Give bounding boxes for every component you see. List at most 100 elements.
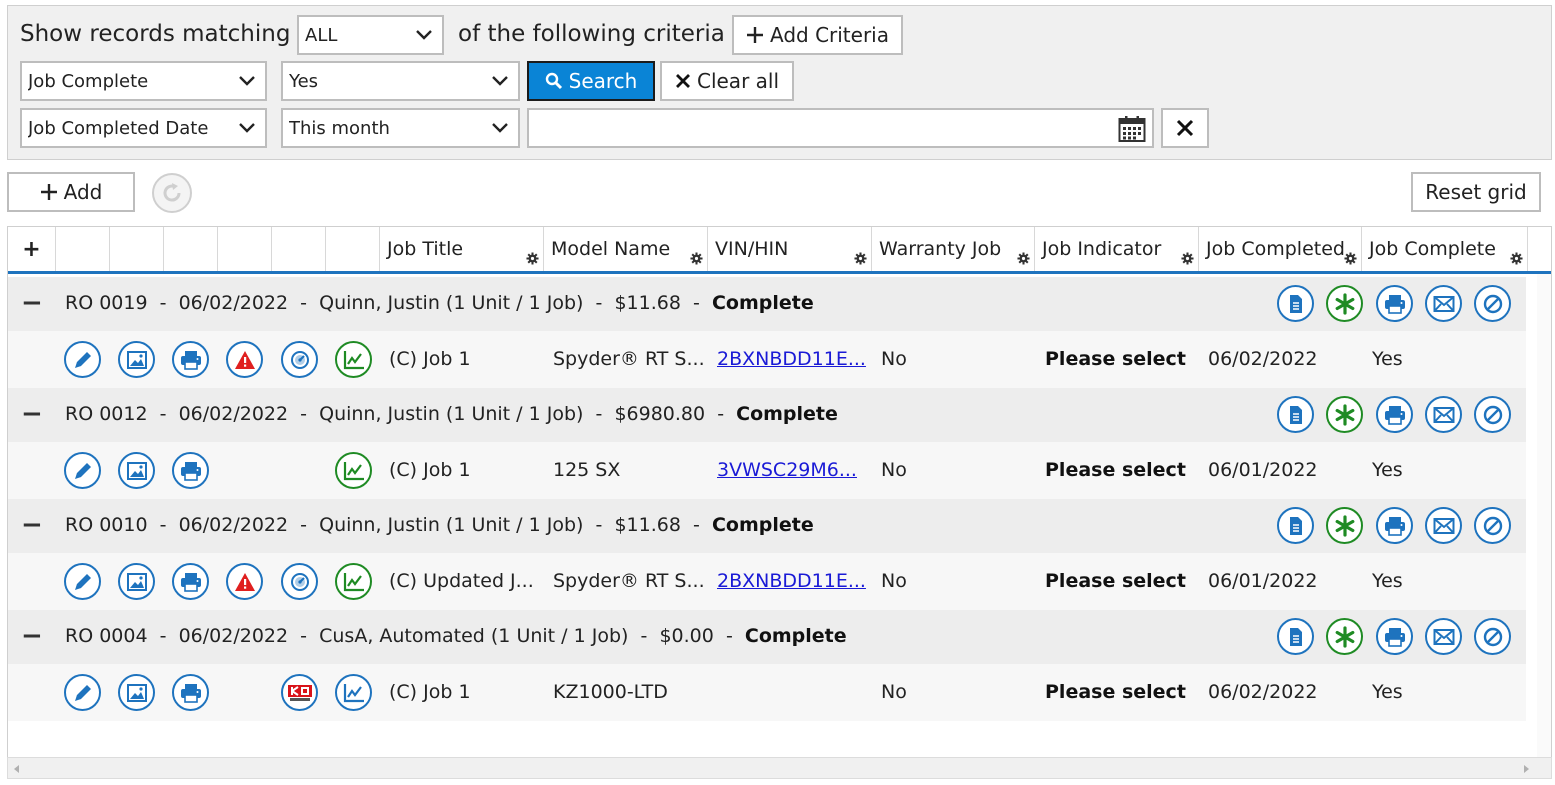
print-button[interactable]: [172, 452, 209, 489]
image-button[interactable]: [118, 341, 155, 378]
vin-link[interactable]: 3VWSC29M6...: [717, 459, 867, 481]
clear-all-button[interactable]: Clear all: [660, 61, 794, 101]
gauge-button[interactable]: [281, 341, 318, 378]
reset-grid-button[interactable]: Reset grid: [1411, 172, 1541, 212]
void-button[interactable]: [1474, 507, 1511, 544]
ro-number: RO 0012: [65, 403, 148, 425]
column-header-job-complete[interactable]: Job Complete: [1362, 227, 1528, 271]
vin-link[interactable]: 2BXNBDD11E...: [717, 570, 867, 592]
column-header-job-completed[interactable]: Job Completed: [1199, 227, 1362, 271]
match-mode-select[interactable]: ALL: [297, 15, 444, 55]
gear-icon[interactable]: [1181, 252, 1194, 265]
vin-link[interactable]: 2BXNBDD11E...: [717, 348, 867, 370]
column-header-job-title[interactable]: Job Title: [380, 227, 544, 271]
asterisk-icon: [1334, 625, 1356, 648]
calendar-icon[interactable]: [1118, 115, 1146, 147]
email-button[interactable]: [1425, 507, 1462, 544]
add-criteria-button[interactable]: Add Criteria: [732, 15, 903, 55]
criteria-field-select-2[interactable]: Job Completed Date: [20, 108, 267, 148]
gear-icon[interactable]: [854, 252, 867, 265]
job-title-cell[interactable]: (C) Job 1: [389, 681, 539, 703]
edit-button[interactable]: [64, 452, 101, 489]
jobs-grid: + Job Title Model Name VIN/HIN Warranty …: [7, 226, 1552, 779]
add-label: Add: [63, 180, 103, 204]
criteria-value-select-1[interactable]: Yes: [281, 61, 520, 101]
job-indicator-cell[interactable]: Please select: [1045, 348, 1195, 370]
document-button[interactable]: [1277, 507, 1314, 544]
job-indicator-cell[interactable]: Please select: [1045, 570, 1195, 592]
collapse-group-button[interactable]: −: [21, 290, 43, 316]
print-button[interactable]: [1376, 507, 1413, 544]
refresh-button[interactable]: [152, 173, 192, 213]
scroll-right-icon[interactable]: [1521, 762, 1531, 776]
collapse-group-button[interactable]: −: [21, 512, 43, 538]
horizontal-scrollbar[interactable]: [7, 757, 1552, 779]
job-complete-cell: Yes: [1372, 570, 1403, 592]
remove-criteria-button[interactable]: [1161, 108, 1209, 148]
email-button[interactable]: [1425, 396, 1462, 433]
kawasaki-logo-button[interactable]: [281, 674, 318, 711]
column-header-warranty-job[interactable]: Warranty Job: [872, 227, 1035, 271]
search-button[interactable]: Search: [527, 61, 655, 101]
print-button[interactable]: [1376, 618, 1413, 655]
image-button[interactable]: [118, 563, 155, 600]
edit-button[interactable]: [64, 674, 101, 711]
job-indicator-cell[interactable]: Please select: [1045, 459, 1195, 481]
email-button[interactable]: [1425, 285, 1462, 322]
warning-button[interactable]: [226, 341, 263, 378]
gear-icon[interactable]: [1344, 252, 1357, 265]
document-button[interactable]: [1277, 396, 1314, 433]
scroll-left-icon[interactable]: [12, 762, 22, 776]
chart-button[interactable]: [335, 341, 372, 378]
asterisk-button[interactable]: [1326, 507, 1363, 544]
refresh-icon: [163, 183, 181, 202]
collapse-group-button[interactable]: −: [21, 401, 43, 427]
job-title-cell[interactable]: (C) Job 1: [389, 348, 539, 370]
column-header-job-indicator[interactable]: Job Indicator: [1035, 227, 1199, 271]
image-button[interactable]: [118, 452, 155, 489]
chart-button[interactable]: [335, 563, 372, 600]
gear-icon[interactable]: [1510, 252, 1523, 265]
email-icon: [1433, 517, 1455, 535]
asterisk-button[interactable]: [1326, 396, 1363, 433]
job-indicator-cell[interactable]: Please select: [1045, 681, 1195, 703]
gear-icon[interactable]: [526, 252, 539, 265]
chart-button[interactable]: [335, 452, 372, 489]
document-button[interactable]: [1277, 618, 1314, 655]
date-input[interactable]: [527, 108, 1154, 148]
gear-icon[interactable]: [1017, 252, 1030, 265]
expand-all-button[interactable]: +: [8, 227, 56, 271]
void-button[interactable]: [1474, 396, 1511, 433]
edit-button[interactable]: [64, 563, 101, 600]
asterisk-button[interactable]: [1326, 618, 1363, 655]
image-button[interactable]: [118, 674, 155, 711]
document-button[interactable]: [1277, 285, 1314, 322]
gauge-button[interactable]: [281, 563, 318, 600]
void-button[interactable]: [1474, 618, 1511, 655]
print-button[interactable]: [1376, 396, 1413, 433]
collapse-group-button[interactable]: −: [21, 623, 43, 649]
job-title-cell[interactable]: (C) Job 1: [389, 459, 539, 481]
job-title-cell[interactable]: (C) Updated J...: [389, 570, 539, 592]
add-button[interactable]: Add: [7, 172, 135, 212]
column-header-model-name[interactable]: Model Name: [544, 227, 708, 271]
warning-button[interactable]: [226, 563, 263, 600]
print-button[interactable]: [172, 563, 209, 600]
job-completed-date-cell: 06/01/2022: [1208, 570, 1318, 592]
icon-column-header: [110, 227, 164, 271]
asterisk-button[interactable]: [1326, 285, 1363, 322]
gear-icon[interactable]: [690, 252, 703, 265]
chart-button[interactable]: [335, 674, 372, 711]
print-button[interactable]: [172, 341, 209, 378]
criteria-value-select-2[interactable]: This month: [281, 108, 520, 148]
vertical-scrollbar[interactable]: [1537, 274, 1551, 778]
column-header-vin-hin[interactable]: VIN/HIN: [708, 227, 872, 271]
email-button[interactable]: [1425, 618, 1462, 655]
void-button[interactable]: [1474, 285, 1511, 322]
print-button[interactable]: [1376, 285, 1413, 322]
customer-name: Quinn, Justin (1 Unit / 1 Job): [319, 403, 584, 425]
print-button[interactable]: [172, 674, 209, 711]
edit-button[interactable]: [64, 341, 101, 378]
criteria-field-select-1[interactable]: Job Complete: [20, 61, 267, 101]
table-row: (C) Job 1 KZ1000-LTD No Please select 06…: [8, 664, 1526, 721]
